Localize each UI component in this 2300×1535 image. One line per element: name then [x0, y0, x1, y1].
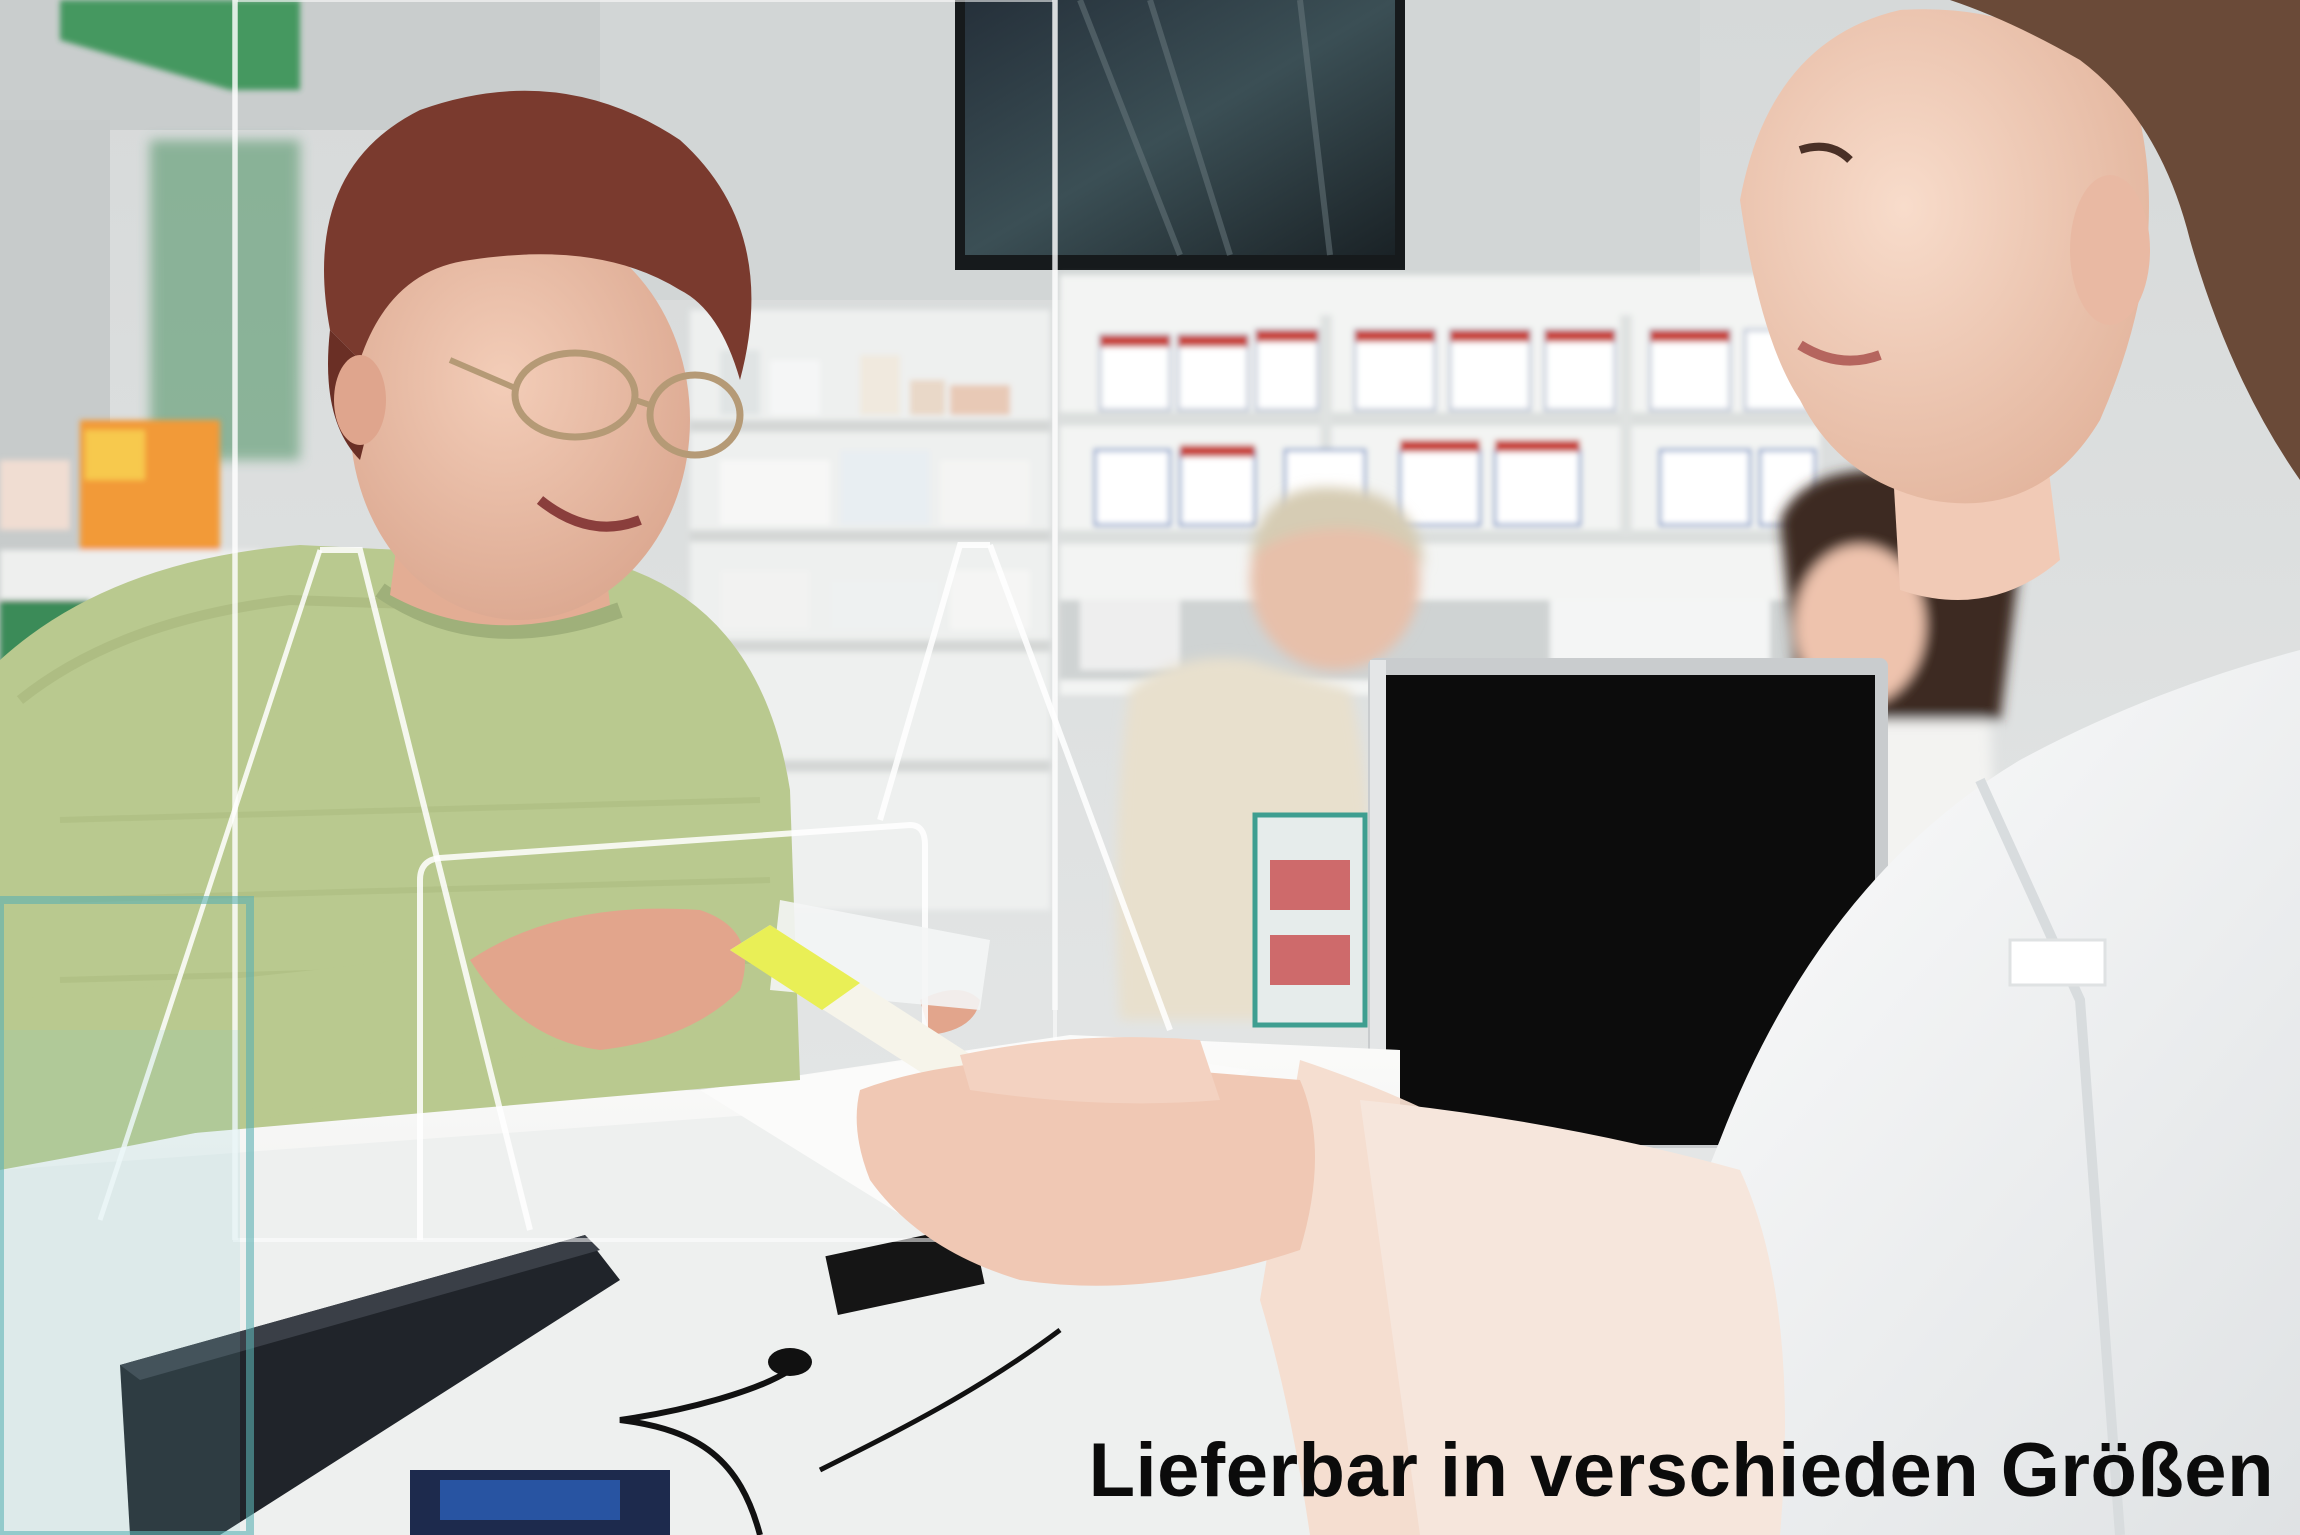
- caption-text: Lieferbar in verschieden Größen: [1088, 1428, 2274, 1513]
- photo-scene: Lieferbar in verschieden Größen: [0, 0, 2300, 1535]
- display-stand: [1252, 812, 1368, 1028]
- wall-tv: [955, 0, 1405, 270]
- pharmacy-photo: [0, 0, 2300, 1535]
- shelf-right: [1060, 275, 1820, 695]
